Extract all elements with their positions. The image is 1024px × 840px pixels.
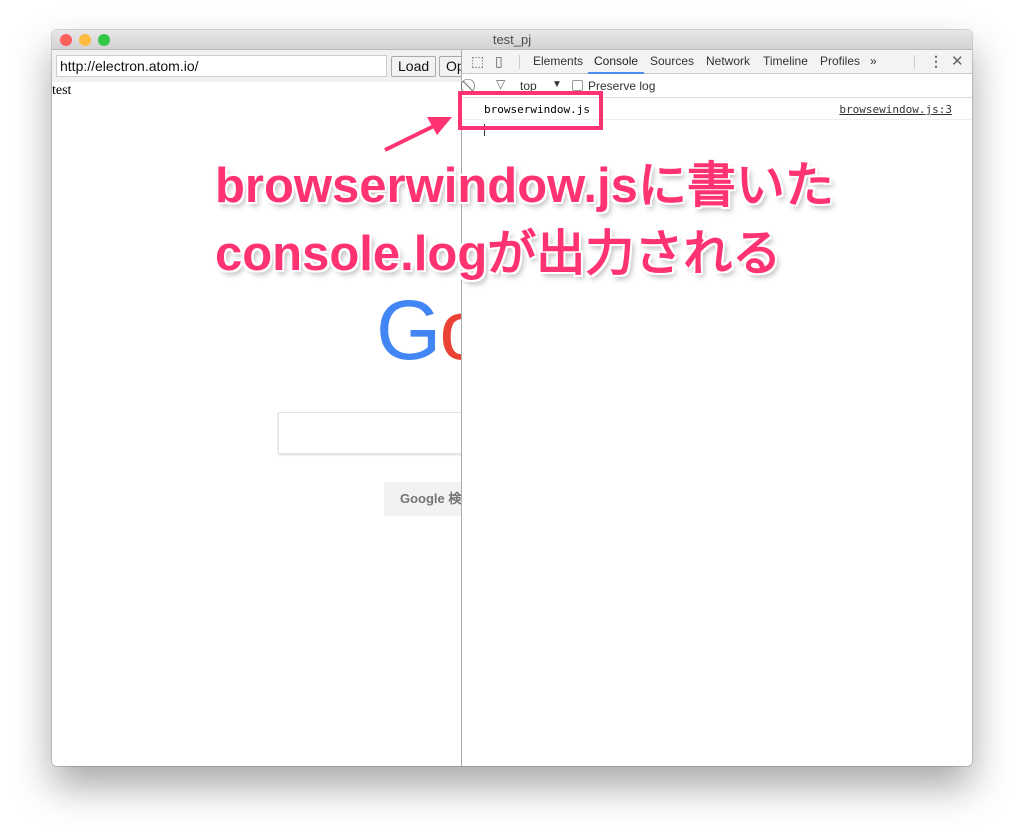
- annotation-arrow-icon: [384, 117, 452, 152]
- annotation-line-2: console.logが出力される: [215, 227, 782, 281]
- annotation-line-1: browserwindow.jsに書いた: [215, 159, 834, 213]
